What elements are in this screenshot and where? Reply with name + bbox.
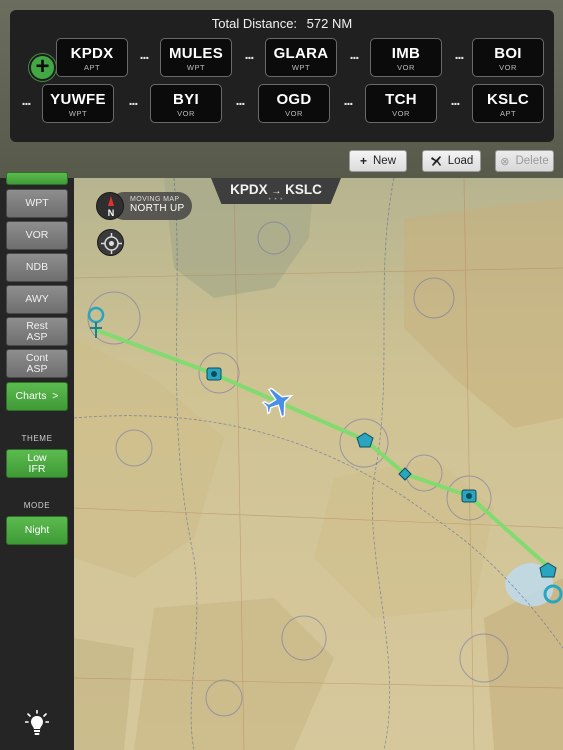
- waypoint-id: IMB: [391, 45, 421, 62]
- waypoint-id: BOI: [494, 45, 522, 62]
- theme-button[interactable]: Low IFR: [6, 449, 68, 478]
- add-waypoint-button[interactable]: +: [29, 54, 56, 81]
- waypoint-id: BYI: [173, 91, 199, 108]
- route-separator: ...: [235, 92, 246, 108]
- waypoint-id: KPDX: [70, 45, 114, 62]
- route-separator: ...: [21, 92, 32, 108]
- sidebar-item-ndb[interactable]: NDB: [6, 253, 68, 282]
- waypoint-id: GLARA: [273, 45, 329, 62]
- waypoint-type: WPT: [186, 63, 206, 72]
- route-destination: KSLC: [285, 182, 322, 197]
- theme-heading: THEME: [21, 434, 53, 443]
- route-arrow: →: [271, 186, 282, 197]
- load-route-button[interactable]: Load: [422, 150, 481, 172]
- sidebar-item-label: AWY: [25, 293, 49, 305]
- waypoint-boi[interactable]: BOI VOR: [472, 38, 544, 77]
- sidebar-top-toggle[interactable]: [6, 172, 68, 185]
- route-panel: Total Distance: 572 NM + KPDX APT ... MU…: [10, 10, 554, 142]
- moving-map-label: MOVING MAP: [130, 196, 180, 203]
- waypoint-yuwfe[interactable]: YUWFE WPT: [42, 84, 114, 123]
- sidebar-item-vor[interactable]: VOR: [6, 221, 68, 250]
- waypoint-id: YUWFE: [50, 91, 106, 108]
- waypoint-type: VOR: [285, 109, 303, 118]
- waypoint-type: VOR: [177, 109, 195, 118]
- mode-heading: MODE: [23, 501, 51, 510]
- orientation-label: NORTH UP: [130, 203, 185, 214]
- new-route-button[interactable]: + New: [349, 150, 407, 172]
- waypoint-type: VOR: [397, 63, 415, 72]
- total-distance: Total Distance: 572 NM: [10, 16, 554, 31]
- route-separator: ...: [450, 92, 461, 108]
- total-distance-label: Total Distance:: [211, 16, 298, 31]
- mode-button[interactable]: Night: [6, 516, 68, 545]
- sidebar-item-awy[interactable]: AWY: [6, 285, 68, 314]
- crosshair-icon: [101, 233, 122, 254]
- waypoint-type: APT: [83, 63, 101, 72]
- sidebar-item-label: WPT: [25, 197, 49, 209]
- delete-button-label: Delete: [515, 155, 549, 167]
- waypoint-type: APT: [499, 109, 517, 118]
- sidebar-item-cont-asp[interactable]: Cont ASP: [6, 349, 68, 378]
- airplane-icon: [430, 156, 441, 166]
- waypoint-type: VOR: [392, 109, 410, 118]
- total-distance-value: 572 NM: [306, 16, 353, 31]
- waypoint-kpdx[interactable]: KPDX APT: [56, 38, 128, 77]
- sidebar-item-label: VOR: [25, 229, 49, 241]
- compass-letter: N: [108, 208, 115, 218]
- load-button-label: Load: [447, 155, 474, 167]
- waypoint-imb[interactable]: IMB VOR: [370, 38, 442, 77]
- waypoint-ogd[interactable]: OGD VOR: [258, 84, 330, 123]
- sidebar-item-label: Cont: [25, 351, 49, 364]
- map-route-title[interactable]: KPDX → KSLC • • •: [211, 178, 341, 204]
- theme-label: Low: [27, 451, 47, 464]
- route-separator: ...: [349, 46, 360, 62]
- compass-button[interactable]: N: [96, 192, 124, 220]
- route-separator: ...: [139, 46, 150, 62]
- sidebar-item-label: ASP: [26, 362, 48, 375]
- compass-icon: N: [108, 196, 115, 218]
- route-separator: ...: [244, 46, 255, 62]
- close-circle-icon: ⊗: [500, 155, 510, 168]
- sidebar-item-label: Rest: [26, 319, 48, 332]
- route-separator: ...: [454, 46, 465, 62]
- charts-button[interactable]: Charts >: [6, 382, 68, 411]
- waypoint-id: TCH: [385, 91, 417, 108]
- drag-handle: • • •: [268, 197, 284, 203]
- delete-route-button[interactable]: ⊗ Delete: [495, 150, 554, 172]
- waypoint-type: WPT: [291, 63, 311, 72]
- lightbulb-icon[interactable]: [25, 710, 49, 738]
- locate-button[interactable]: [97, 229, 124, 256]
- new-button-label: New: [373, 155, 397, 167]
- plus-icon: +: [359, 154, 367, 168]
- charts-label: Charts >: [15, 390, 59, 402]
- waypoint-glara[interactable]: GLARA WPT: [265, 38, 337, 77]
- waypoint-id: OGD: [276, 91, 312, 108]
- waypoint-mules[interactable]: MULES WPT: [160, 38, 232, 77]
- waypoint-kslc[interactable]: KSLC APT: [472, 84, 544, 123]
- sidebar-item-label: NDB: [25, 261, 49, 273]
- waypoint-id: KSLC: [486, 91, 530, 108]
- waypoint-type: WPT: [68, 109, 88, 118]
- waypoint-id: MULES: [169, 45, 223, 62]
- waypoint-tch[interactable]: TCH VOR: [365, 84, 437, 123]
- plus-icon: +: [35, 53, 50, 80]
- sidebar-item-wpt[interactable]: WPT: [6, 189, 68, 218]
- sidebar-item-label: ASP: [26, 330, 48, 343]
- theme-label: IFR: [28, 462, 46, 475]
- mode-label: Night: [24, 524, 50, 536]
- waypoint-byi[interactable]: BYI VOR: [150, 84, 222, 123]
- route-separator: ...: [128, 92, 139, 108]
- route-origin: KPDX: [230, 182, 268, 197]
- sidebar-item-rest-asp[interactable]: Rest ASP: [6, 317, 68, 346]
- layer-sidebar: WPT VOR NDB AWY Rest ASP Cont ASP Charts…: [0, 172, 74, 750]
- route-separator: ...: [343, 92, 354, 108]
- sectional-map[interactable]: KPDX → KSLC • • • MOVING MAP NORTH UP N: [74, 178, 563, 750]
- waypoint-type: VOR: [499, 63, 517, 72]
- map-canvas: [74, 178, 563, 750]
